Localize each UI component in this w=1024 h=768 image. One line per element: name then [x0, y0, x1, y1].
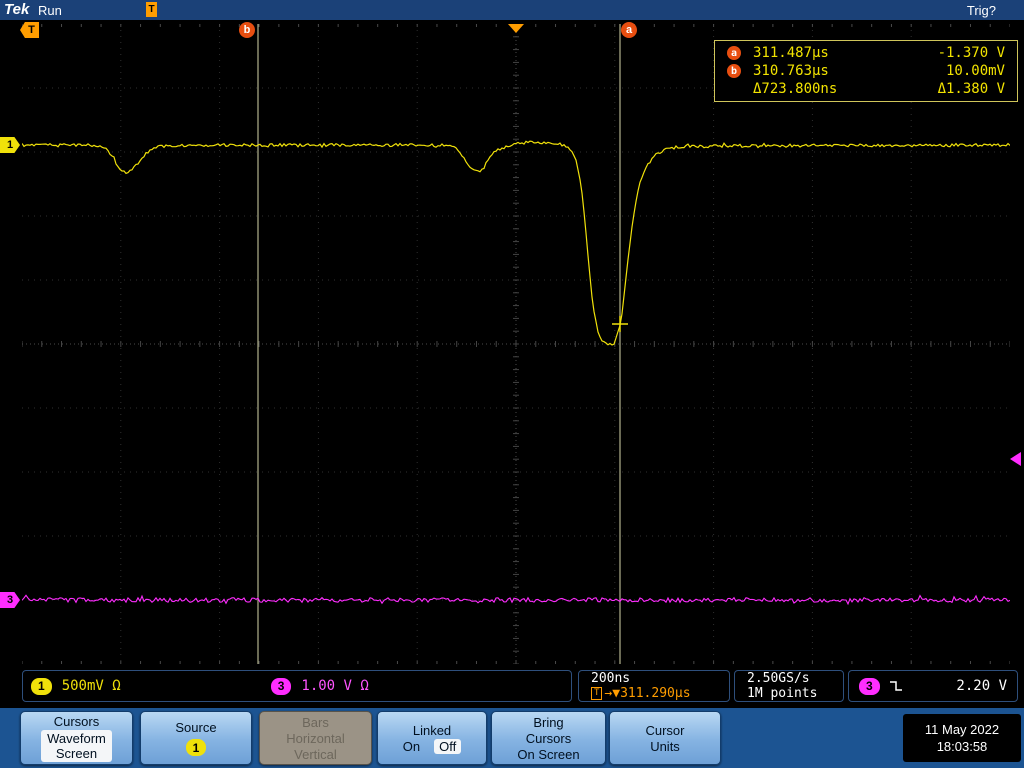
cursor-b-row: b 310.763µs 10.00mV	[727, 63, 1005, 80]
channel-scales-box[interactable]: 1 500mV Ω 3 1.00 V Ω	[22, 670, 572, 702]
cursor-b-time: 310.763µs	[753, 63, 829, 79]
option-horizontal: Horizontal	[286, 730, 345, 746]
button-title: Linked	[412, 722, 452, 738]
trigger-position-icon[interactable]	[508, 24, 524, 33]
soft-menu-bar: Cursors Waveform Screen Source 1 Bars Ho…	[0, 708, 1024, 768]
bars-button: Bars Horizontal Vertical	[259, 711, 372, 765]
timebase: 200ns	[591, 671, 631, 686]
record-length: 1M points	[747, 686, 818, 701]
ch1-waveform	[22, 140, 1010, 346]
channel-1-marker[interactable]: 1	[0, 137, 20, 153]
button-line-2: Cursors	[525, 730, 572, 746]
tek-logo: Tek	[4, 1, 30, 18]
top-status-bar: Tek Run T Trig?	[0, 0, 1024, 20]
cursor-b-value: 10.00mV	[945, 63, 1005, 79]
option-on[interactable]: On	[403, 739, 420, 754]
delay-arrow-icon: →▼	[604, 686, 621, 701]
linked-button[interactable]: Linked On Off	[377, 711, 487, 765]
cursor-b-icon: b	[727, 64, 741, 78]
option-off[interactable]: Off	[434, 738, 462, 754]
cursor-a-badge[interactable]: a	[621, 22, 637, 38]
date: 11 May 2022	[924, 722, 1000, 737]
trigger-slope-icon	[889, 681, 902, 691]
cursor-delta-value: Δ1.380 V	[937, 81, 1005, 97]
delay-value: 311.290µs	[620, 686, 691, 701]
cursors-mode-options[interactable]: Waveform Screen	[41, 730, 112, 762]
ch3-badge[interactable]: 3	[270, 677, 292, 695]
horizontal-box[interactable]: 200ns T →▼ 311.290µs	[578, 670, 730, 702]
oscilloscope-screen: Tek Run T Trig? T b a 1 3 a 311.487µs -1…	[0, 0, 1024, 768]
ch3-scale: 1.00 V Ω	[301, 678, 369, 694]
option-screen[interactable]: Screen	[56, 746, 97, 761]
cursor-units-button[interactable]: Cursor Units	[609, 711, 721, 765]
cursor-delta-row: Δ723.800ns Δ1.380 V	[727, 81, 1005, 98]
cursor-b-badge[interactable]: b	[239, 22, 255, 38]
acquisition-box[interactable]: 2.50GS/s 1M points	[734, 670, 844, 702]
button-line-1: Bring	[533, 714, 564, 730]
trigger-source-badge[interactable]: 3	[859, 677, 880, 695]
channel-3-marker[interactable]: 3	[0, 592, 20, 608]
trigger-flag-icon: T	[146, 2, 157, 17]
ch1-badge[interactable]: 1	[31, 677, 52, 695]
cursor-a-value: -1.370 V	[937, 45, 1005, 61]
trigger-level-arrow-icon	[1010, 452, 1021, 466]
cursor-delta-time: Δ723.800ns	[753, 81, 838, 97]
graticule	[22, 24, 1010, 664]
bottom-status-bar: 1 500mV Ω 3 1.00 V Ω 200ns T →▼ 311.290µ…	[0, 668, 1024, 708]
button-line-3: On Screen	[517, 746, 580, 762]
button-line-2: Units	[650, 738, 680, 754]
button-line-1: Cursor	[645, 722, 685, 738]
ch1-scale: 500mV Ω	[61, 678, 121, 694]
button-title: Source	[175, 720, 217, 735]
option-waveform[interactable]: Waveform	[47, 731, 106, 746]
acquisition-status: Run	[38, 3, 62, 18]
time: 18:03:58	[936, 739, 988, 754]
cursor-readout-panel: a 311.487µs -1.370 V b 310.763µs 10.00mV…	[714, 40, 1018, 102]
sample-rate: 2.50GS/s	[747, 671, 810, 686]
button-title: Cursors	[53, 714, 100, 729]
date-time-display: 11 May 2022 18:03:58	[903, 714, 1021, 762]
trigger-level: 2.20 V	[956, 678, 1007, 694]
source-channel-badge[interactable]: 1	[185, 739, 207, 756]
horizontal-delay: T →▼ 311.290µs	[591, 686, 691, 701]
option-vertical: Vertical	[294, 746, 337, 762]
cursor-a-row: a 311.487µs -1.370 V	[727, 45, 1005, 62]
source-button[interactable]: Source 1	[140, 711, 252, 765]
bring-cursors-button[interactable]: Bring Cursors On Screen	[491, 711, 606, 765]
cursors-mode-button[interactable]: Cursors Waveform Screen	[20, 711, 133, 765]
trigger-box[interactable]: 3 2.20 V	[848, 670, 1018, 702]
button-title: Bars	[302, 714, 329, 730]
trigger-t-icon: T	[591, 687, 603, 700]
trigger-status: Trig?	[966, 3, 996, 18]
cursor-a-time: 311.487µs	[753, 45, 829, 61]
cursor-a-icon: a	[727, 46, 741, 60]
